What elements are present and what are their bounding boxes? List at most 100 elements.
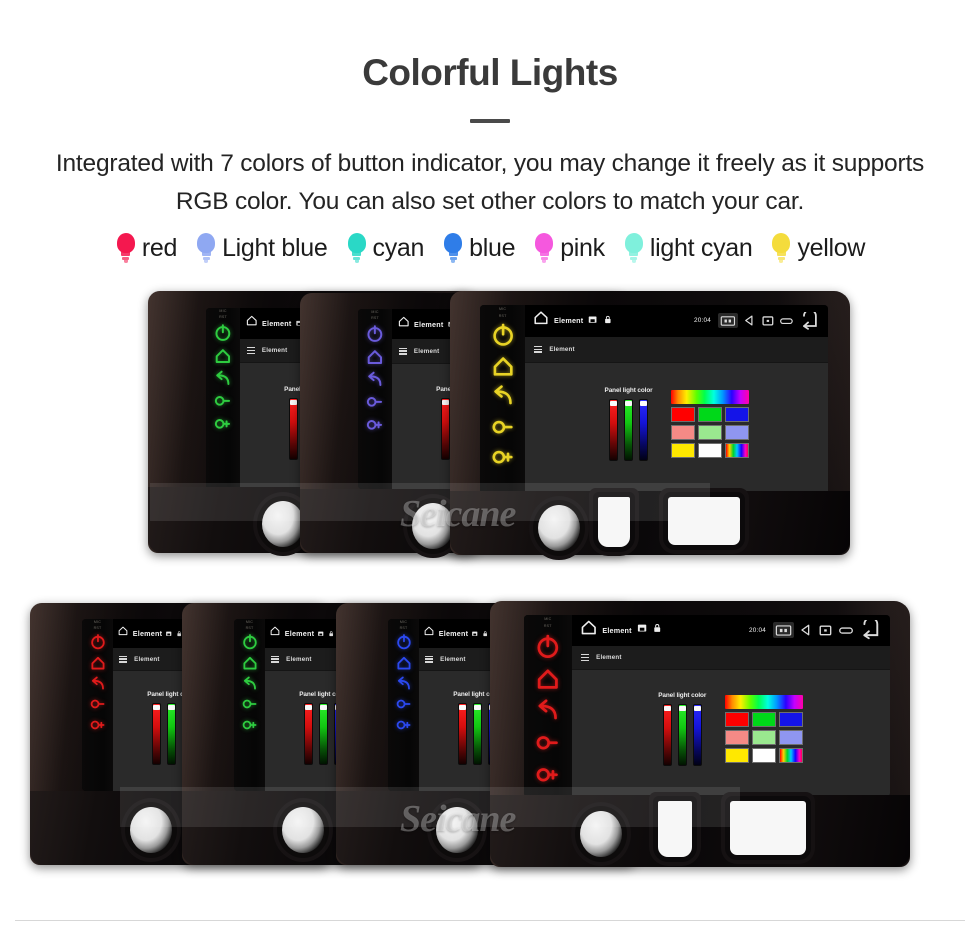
side-home-icon[interactable] [89,654,107,672]
rgb-sliders[interactable] [662,703,702,766]
status-home-icon[interactable] [117,624,129,642]
side-home-icon[interactable] [534,665,562,693]
red-slider[interactable] [151,702,161,765]
nav-return-arrow-icon[interactable] [859,620,883,640]
status-home-icon[interactable] [532,309,550,332]
side-power-icon[interactable] [89,633,107,651]
color-swatch[interactable] [670,443,695,459]
side-button-strip[interactable]: MIC RST [82,618,113,791]
nav-return-arrow-icon[interactable] [799,311,821,330]
color-swatch[interactable] [697,407,722,423]
red-slider[interactable] [609,399,619,462]
side-button-strip[interactable]: MIC RST [206,307,241,490]
color-swatch[interactable] [752,729,777,745]
color-swatch[interactable] [670,425,695,441]
head-unit-yellow[interactable]: MIC RST Element 20:04 Element Panel light col… [450,290,850,555]
nav-recents-icon[interactable] [838,625,854,636]
side-home-icon[interactable] [365,347,385,367]
side-button-strip[interactable]: MIC RST [524,614,572,797]
side-power-icon[interactable] [213,323,233,343]
blue-slider[interactable] [692,703,702,766]
side-back-icon[interactable] [490,383,516,409]
side-power-icon[interactable] [490,322,516,348]
status-home-icon[interactable] [245,314,259,333]
hamburger-menu-icon[interactable] [398,347,407,355]
android-screen[interactable]: Element 20:04 Element Panel light color [525,304,828,495]
color-swatch[interactable] [752,747,777,763]
red-slider[interactable] [288,398,298,461]
green-slider[interactable] [677,703,687,766]
side-volume-up-icon[interactable] [534,761,562,789]
hue-gradient-bar[interactable] [725,694,804,709]
color-swatch[interactable] [670,407,695,423]
nav-back-triangle-icon[interactable] [743,314,756,327]
head-unit-red-2[interactable]: MIC RST Element 20:04 Element Panel light col… [490,600,910,867]
side-power-icon[interactable] [534,633,562,661]
status-home-icon[interactable] [269,624,281,642]
color-swatch[interactable] [779,729,804,745]
status-home-icon[interactable] [397,315,411,334]
side-back-icon[interactable] [213,369,233,389]
side-volume-up-icon[interactable] [490,444,516,470]
side-volume-down-icon[interactable] [534,729,562,757]
side-back-icon[interactable] [395,675,413,693]
status-home-icon[interactable] [579,618,599,643]
side-home-icon[interactable] [241,654,259,672]
green-slider[interactable] [318,702,328,765]
hamburger-menu-icon[interactable] [425,655,434,663]
blue-slider[interactable] [639,399,649,462]
hue-gradient-bar[interactable] [670,390,749,405]
hamburger-menu-icon[interactable] [581,654,590,661]
side-volume-down-icon[interactable] [213,391,233,411]
color-swatch[interactable] [724,443,749,459]
hamburger-menu-icon[interactable] [246,347,255,354]
nav-home-square-icon[interactable] [818,623,833,638]
side-volume-down-icon[interactable] [89,695,107,713]
side-power-icon[interactable] [365,324,385,344]
side-home-icon[interactable] [213,346,233,366]
nav-back-triangle-icon[interactable] [799,623,813,637]
side-volume-down-icon[interactable] [241,695,259,713]
side-back-icon[interactable] [241,675,259,693]
status-home-icon[interactable] [423,624,435,642]
side-back-icon[interactable] [534,697,562,725]
nav-recents-icon[interactable] [779,316,794,326]
side-button-strip[interactable]: MIC RST [480,304,526,495]
android-screen[interactable]: Element 20:04 Element Panel light color [571,614,890,797]
color-swatch[interactable] [697,425,722,441]
side-back-icon[interactable] [89,675,107,693]
color-swatch-grid[interactable] [725,694,804,763]
side-volume-down-icon[interactable] [365,392,385,412]
color-swatch[interactable] [697,443,722,459]
side-volume-up-icon[interactable] [213,414,233,434]
green-slider[interactable] [472,702,482,765]
nav-screenshot-icon[interactable] [773,622,795,639]
nav-screenshot-icon[interactable] [717,313,738,329]
red-slider[interactable] [457,702,467,765]
color-swatch[interactable] [752,711,777,727]
side-button-strip[interactable]: MIC RST [234,618,265,791]
green-slider[interactable] [166,702,176,765]
color-swatch[interactable] [779,711,804,727]
side-volume-up-icon[interactable] [395,716,413,734]
color-swatch[interactable] [779,747,804,763]
side-volume-up-icon[interactable] [365,415,385,435]
red-slider[interactable] [440,397,450,460]
color-swatch-grid[interactable] [670,390,749,459]
side-volume-up-icon[interactable] [241,716,259,734]
side-back-icon[interactable] [365,370,385,390]
touchscreen[interactable]: MIC RST Element 20:04 Element Panel light col… [524,614,890,797]
side-home-icon[interactable] [395,654,413,672]
green-slider[interactable] [624,399,634,462]
color-swatch[interactable] [724,407,749,423]
nav-home-square-icon[interactable] [761,314,775,328]
side-volume-up-icon[interactable] [89,716,107,734]
side-home-icon[interactable] [490,353,516,379]
hamburger-menu-icon[interactable] [534,345,543,353]
side-power-icon[interactable] [395,633,413,651]
side-button-strip[interactable]: MIC RST [388,618,419,791]
side-button-strip[interactable]: MIC RST [358,308,393,489]
hamburger-menu-icon[interactable] [271,655,280,663]
side-volume-down-icon[interactable] [490,414,516,440]
red-slider[interactable] [303,702,313,765]
